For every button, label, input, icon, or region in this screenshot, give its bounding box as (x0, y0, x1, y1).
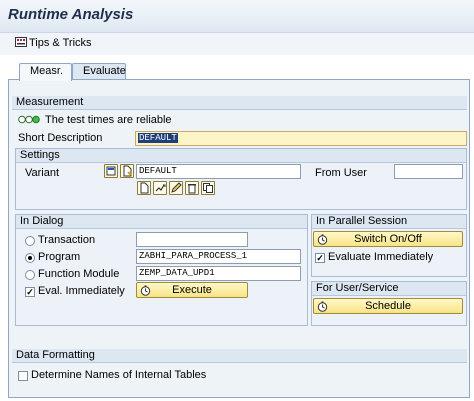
variant-display-icon[interactable] (104, 164, 118, 178)
program-radio[interactable] (25, 253, 35, 263)
transaction-radio[interactable] (25, 236, 35, 246)
status-lights-icon (18, 115, 40, 124)
tips-tricks-icon[interactable] (15, 37, 27, 47)
tab-measr[interactable]: Measr. (19, 63, 72, 81)
transaction-field[interactable] (136, 232, 248, 247)
evaluate-immediately-checkbox[interactable]: ✓ (315, 253, 325, 263)
new-document-icon[interactable] (137, 181, 151, 195)
evaluate-immediately-label: Evaluate Immediately (328, 251, 434, 263)
variant-create-icon[interactable] (120, 164, 134, 178)
execute-button[interactable]: Execute (136, 282, 248, 298)
short-description-label: Short Description (18, 132, 103, 144)
variant-field[interactable]: DEFAULT (136, 164, 301, 179)
in-dialog-heading: In Dialog (16, 215, 307, 229)
parallel-session-heading: In Parallel Session (312, 215, 466, 229)
from-user-field[interactable] (394, 164, 463, 179)
settings-heading: Settings (16, 149, 466, 163)
switch-on-off-button[interactable]: Switch On/Off (313, 231, 463, 247)
schedule-label: Schedule (365, 300, 411, 312)
variant-label: Variant (25, 167, 60, 179)
short-description-value: DEFAULT (138, 133, 178, 143)
edit-pencil-icon[interactable] (169, 181, 183, 195)
eval-immediately-label: Eval. Immediately (38, 285, 125, 297)
stopwatch-icon (317, 234, 328, 245)
eval-immediately-checkbox[interactable]: ✓ (25, 287, 35, 297)
stopwatch-icon (317, 301, 328, 312)
window-title: Runtime Analysis (8, 6, 134, 23)
delete-icon[interactable] (185, 181, 199, 195)
determine-names-checkbox[interactable] (18, 371, 28, 381)
function-module-field[interactable]: ZEMP_DATA_UPD1 (136, 266, 301, 281)
function-module-radio[interactable] (25, 270, 35, 280)
change-icon[interactable] (153, 181, 167, 195)
from-user-label: From User (315, 167, 367, 179)
execute-label: Execute (172, 284, 212, 296)
user-service-heading: For User/Service (312, 282, 466, 296)
tab-evaluate[interactable]: Evaluate (72, 63, 126, 80)
status-text: The test times are reliable (45, 114, 172, 126)
program-label: Program (38, 251, 81, 263)
transaction-label: Transaction (38, 234, 96, 246)
data-formatting-heading: Data Formatting (12, 349, 467, 363)
program-field[interactable]: ZABHI_PARA_PROCESS_1 (136, 249, 301, 264)
switch-on-off-label: Switch On/Off (354, 233, 422, 245)
determine-names-label: Determine Names of Internal Tables (31, 369, 207, 381)
short-description-field[interactable]: DEFAULT (135, 131, 467, 146)
stopwatch-icon (140, 285, 151, 296)
measurement-heading: Measurement (12, 96, 467, 110)
tips-tricks-button[interactable]: Tips & Tricks (29, 37, 92, 49)
function-module-label: Function Module (38, 268, 120, 280)
copy-icon[interactable] (201, 181, 215, 195)
schedule-button[interactable]: Schedule (313, 298, 463, 314)
